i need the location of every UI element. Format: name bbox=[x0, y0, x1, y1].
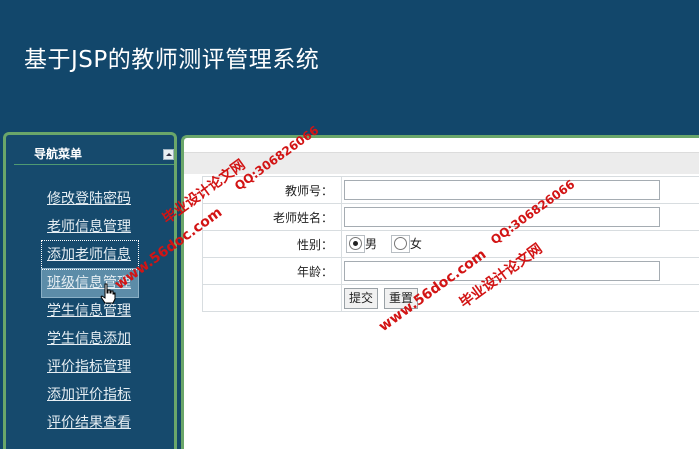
nav-item-add-criteria[interactable]: 添加评价指标 bbox=[42, 381, 138, 409]
add-teacher-form: 教师号： 老师姓名： 性别： 男 女 年龄： 提交 重置 bbox=[202, 176, 699, 312]
nav-item-change-password[interactable]: 修改登陆密码 bbox=[42, 185, 138, 213]
nav-list: 修改登陆密码 老师信息管理 添加老师信息 班级信息管理 学生信息管理 学生信息添… bbox=[41, 185, 139, 437]
gender-male-radio-wrap[interactable] bbox=[346, 235, 365, 253]
collapse-up-icon[interactable] bbox=[163, 149, 174, 160]
gender-female-radio-wrap[interactable] bbox=[390, 235, 410, 253]
sidebar: 导航菜单 修改登陆密码 老师信息管理 添加老师信息 班级信息管理 学生信息管理 … bbox=[3, 132, 177, 449]
nav-item-add-teacher[interactable]: 添加老师信息 bbox=[41, 240, 139, 270]
gender-label: 性别： bbox=[202, 230, 342, 258]
teacher-no-input[interactable] bbox=[344, 180, 660, 200]
form-row-actions: 提交 重置 bbox=[202, 284, 699, 312]
teacher-name-input[interactable] bbox=[344, 207, 660, 227]
app-title: 基于JSP的教师测评管理系统 bbox=[24, 47, 320, 73]
form-row-teacher-no: 教师号： bbox=[202, 176, 699, 204]
submit-button[interactable]: 提交 bbox=[344, 287, 379, 309]
form-row-gender: 性别： 男 女 bbox=[202, 230, 699, 258]
gender-male-radio[interactable] bbox=[349, 237, 362, 250]
age-label: 年龄： bbox=[202, 257, 342, 285]
nav-item-student-management[interactable]: 学生信息管理 bbox=[42, 297, 138, 325]
app-header: 基于JSP的教师测评管理系统 bbox=[0, 0, 699, 130]
nav-item-add-student[interactable]: 学生信息添加 bbox=[42, 325, 138, 353]
nav-item-teacher-management[interactable]: 老师信息管理 bbox=[42, 213, 138, 241]
nav-item-view-results[interactable]: 评价结果查看 bbox=[42, 409, 138, 437]
nav-title: 导航菜单 bbox=[34, 147, 83, 161]
nav-item-criteria-management[interactable]: 评价指标管理 bbox=[42, 353, 138, 381]
gender-female-label: 女 bbox=[409, 237, 422, 251]
form-row-teacher-name: 老师姓名： bbox=[202, 203, 699, 231]
hand-cursor-icon bbox=[100, 283, 116, 304]
gender-female-radio[interactable] bbox=[393, 237, 407, 250]
gender-male-label: 男 bbox=[365, 237, 378, 251]
nav-header: 导航菜单 bbox=[14, 141, 174, 165]
